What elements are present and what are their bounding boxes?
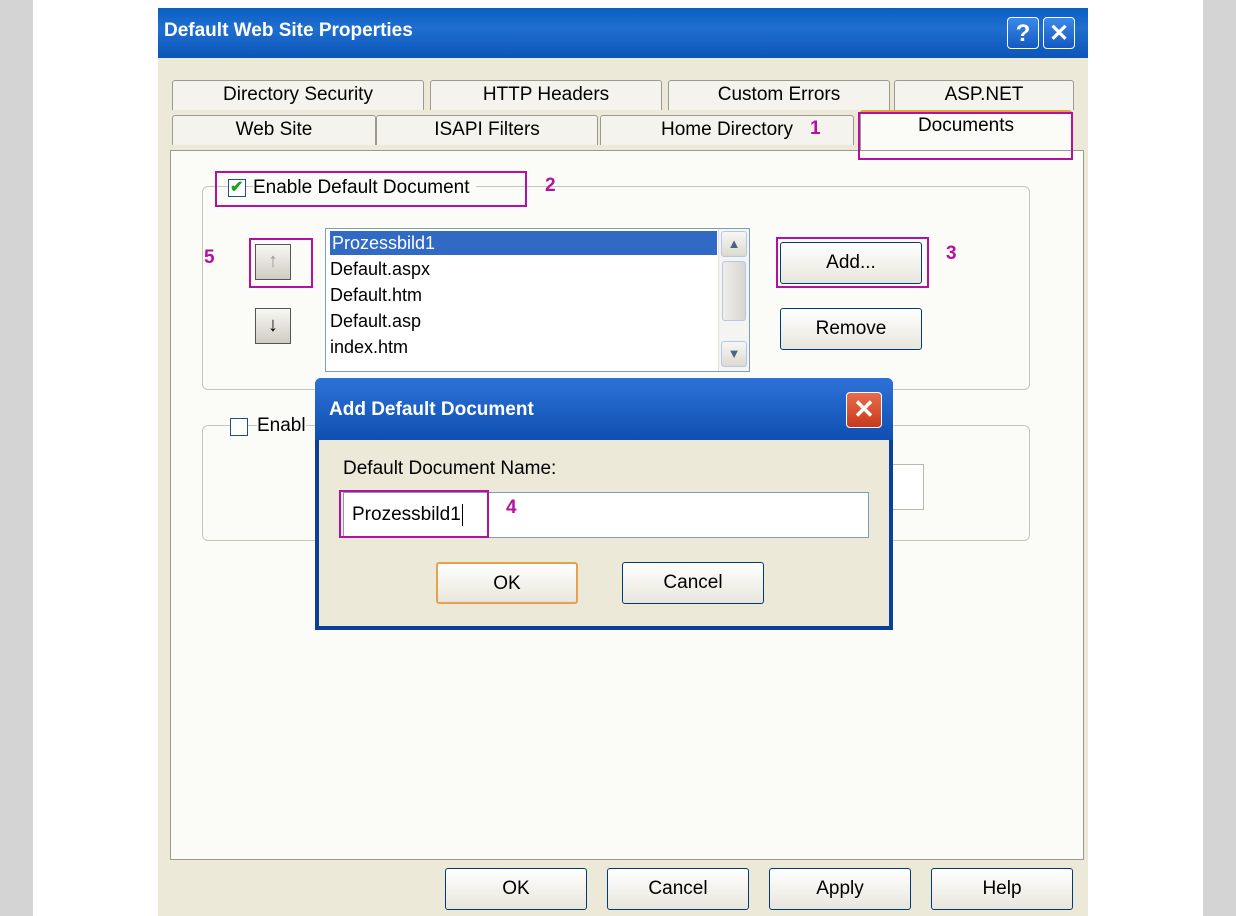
apply-button[interactable]: Apply (769, 868, 911, 910)
close-icon[interactable]: ✕ (1043, 17, 1075, 49)
list-item[interactable]: Default.aspx (330, 257, 430, 281)
annotation-number-3: 3 (946, 243, 957, 264)
help-button[interactable]: Help (931, 868, 1073, 910)
title-bar: Default Web Site Properties ? ✕ (158, 8, 1088, 58)
list-item[interactable]: index.htm (330, 335, 408, 359)
dialog-close-icon[interactable]: ✕ (846, 392, 882, 428)
window-title: Default Web Site Properties (164, 20, 413, 41)
dialog-title: Add Default Document (329, 399, 534, 420)
annotation-number-1: 1 (810, 118, 821, 139)
scroll-thumb[interactable] (722, 261, 746, 321)
tab-custom-errors[interactable]: Custom Errors (668, 80, 890, 110)
dialog-cancel-button[interactable]: Cancel (622, 562, 764, 604)
document-name-label: Default Document Name: (343, 458, 557, 479)
list-scrollbar[interactable]: ▲ ▼ (718, 229, 749, 371)
cancel-button[interactable]: Cancel (607, 868, 749, 910)
list-item[interactable]: Default.htm (330, 283, 422, 307)
scroll-up-icon[interactable]: ▲ (721, 231, 747, 257)
annotation-number-5: 5 (204, 247, 215, 268)
move-down-icon[interactable]: ↓ (255, 308, 291, 344)
ok-button[interactable]: OK (445, 868, 587, 910)
annotation-box-move-up (249, 238, 313, 288)
tab-http-headers[interactable]: HTTP Headers (430, 80, 662, 110)
list-item[interactable]: Default.asp (330, 309, 421, 333)
default-documents-list[interactable]: Prozessbild1 Default.aspx Default.htm De… (325, 228, 750, 372)
list-item[interactable]: Prozessbild1 (330, 231, 717, 255)
annotation-number-2: 2 (545, 175, 556, 196)
dialog-title-bar: Add Default Document ✕ (315, 378, 893, 440)
enable-footer-checkbox[interactable] (230, 418, 248, 436)
help-icon[interactable]: ? (1007, 17, 1039, 49)
scroll-down-icon[interactable]: ▼ (721, 341, 747, 367)
annotation-box-documents-tab (858, 112, 1073, 160)
tab-web-site[interactable]: Web Site (172, 115, 376, 145)
annotation-box-enable-checkbox (215, 171, 527, 207)
annotation-box-add-button (776, 237, 929, 288)
tab-directory-security[interactable]: Directory Security (172, 80, 424, 110)
tab-isapi-filters[interactable]: ISAPI Filters (376, 115, 598, 145)
remove-button[interactable]: Remove (780, 308, 922, 350)
tab-asp-net[interactable]: ASP.NET (894, 80, 1074, 110)
dialog-ok-button[interactable]: OK (436, 562, 578, 604)
annotation-number-4: 4 (506, 497, 517, 518)
enable-footer-label: Enabl (257, 415, 306, 437)
annotation-box-name-input (339, 490, 489, 538)
